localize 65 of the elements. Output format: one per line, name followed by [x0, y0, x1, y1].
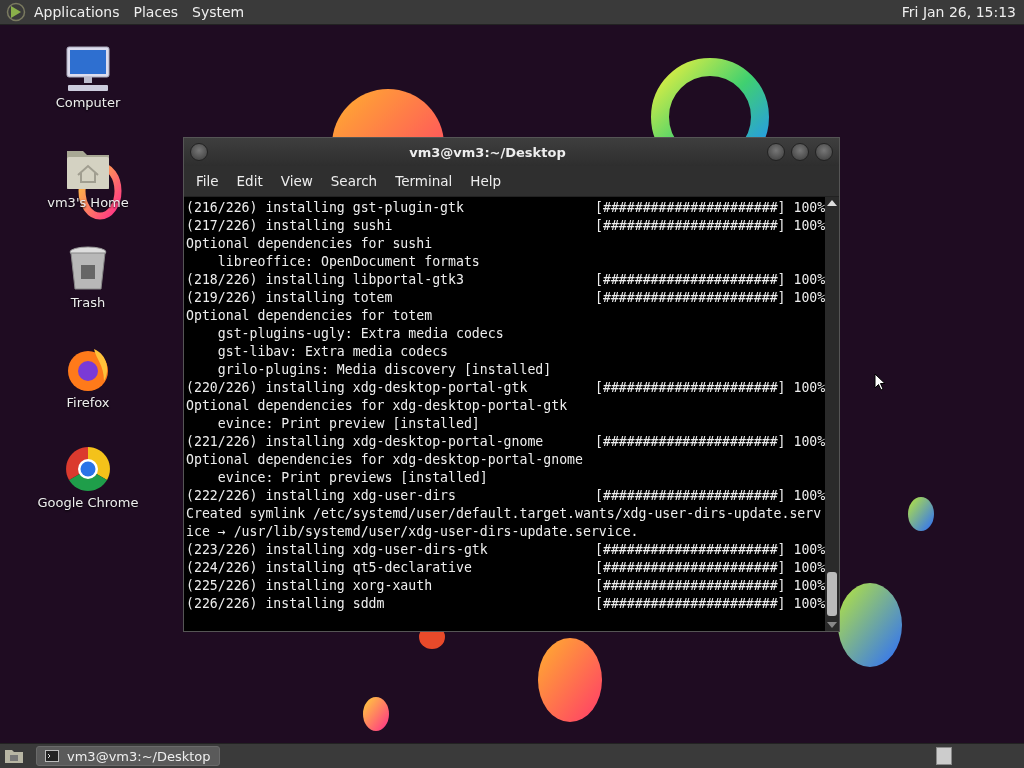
terminal-line: (218/226) installing libportal-gtk3: [186, 271, 465, 289]
terminal-line: Optional dependencies for totem: [186, 307, 434, 325]
progress-text: [######################] 100%: [595, 433, 826, 451]
terminal-line: (223/226) installing xdg-user-dirs-gtk: [186, 541, 489, 559]
taskbar-button[interactable]: vm3@vm3:~/Desktop: [36, 746, 220, 766]
terminal-line: (226/226) installing sddm: [186, 595, 386, 613]
maximize-button[interactable]: [791, 143, 809, 161]
window-title: vm3@vm3:~/Desktop: [408, 144, 567, 160]
chrome-icon[interactable]: [64, 445, 112, 493]
terminal-line: Optional dependencies for sushi: [186, 235, 434, 253]
progress-text: [######################] 100%: [595, 271, 826, 289]
desktop-icon-label[interactable]: Trash: [70, 295, 106, 310]
scrollbar[interactable]: [825, 197, 839, 631]
progress-text: [######################] 100%: [595, 595, 826, 613]
terminal-line: grilo-plugins: Media discovery [installed]: [216, 361, 553, 379]
terminal-line: (219/226) installing totem: [186, 289, 394, 307]
terminal-line: (225/226) installing xorg-xauth: [186, 577, 434, 595]
menu-item[interactable]: Edit: [228, 170, 271, 192]
scroll-up-icon[interactable]: [827, 200, 838, 206]
mouse-pointer-icon: [874, 373, 886, 391]
panel-menu[interactable]: Places: [133, 4, 179, 20]
workspace-switcher[interactable]: [936, 747, 952, 765]
desktop-icon-label[interactable]: Computer: [55, 95, 121, 110]
menu-item[interactable]: Terminal: [387, 170, 461, 192]
progress-text: [######################] 100%: [595, 559, 826, 577]
terminal-icon: [45, 750, 59, 762]
progress-text: [######################] 100%: [595, 379, 826, 397]
panel-menu[interactable]: Applications: [34, 4, 120, 20]
terminal-line: Optional dependencies for xdg-desktop-portal-gnome: [186, 451, 584, 469]
terminal-line: (217/226) installing sushi: [186, 217, 394, 235]
scroll-down-icon[interactable]: [827, 622, 838, 628]
progress-text: [######################] 100%: [595, 577, 826, 595]
progress-text: [######################] 100%: [595, 541, 826, 559]
progress-text: [######################] 100%: [595, 217, 826, 235]
menu-item[interactable]: Search: [322, 170, 386, 192]
clock[interactable]: Fri Jan 26, 15:13: [901, 4, 1016, 20]
menu-item[interactable]: File: [188, 170, 227, 192]
terminal-line: libreoffice: OpenDocument formats: [216, 253, 481, 271]
terminal-line: evince: Print previews [installed]: [216, 469, 489, 487]
progress-text: [######################] 100%: [595, 289, 826, 307]
progress-text: [######################] 100%: [595, 487, 826, 505]
close-button[interactable]: [815, 143, 833, 161]
terminal-line: ice → /usr/lib/systemd/user/xdg-user-dirs-update.service.: [186, 523, 639, 541]
progress-text: [######################] 100%: [595, 199, 826, 217]
terminal-line: gst-plugins-ugly: Extra media codecs: [216, 325, 505, 343]
terminal-line: (222/226) installing xdg-user-dirs: [186, 487, 457, 505]
computer-icon[interactable]: [64, 45, 112, 93]
panel-menu[interactable]: System: [192, 4, 245, 20]
menu-item[interactable]: Help: [462, 170, 510, 192]
terminal-line: gst-libav: Extra media codecs: [216, 343, 449, 361]
desktop-icon-label[interactable]: Google Chrome: [37, 495, 139, 510]
play-logo-icon[interactable]: [6, 2, 26, 22]
terminal-line: (224/226) installing qt5-declarative: [186, 559, 473, 577]
window-menu-button[interactable]: [190, 143, 208, 161]
terminal-line: evince: Print preview [installed]: [216, 415, 481, 433]
terminal-line: (221/226) installing xdg-desktop-portal-gnome: [186, 433, 545, 451]
minimize-button[interactable]: [767, 143, 785, 161]
terminal-line: (216/226) installing gst-plugin-gtk: [186, 199, 465, 217]
scrollbar-thumb[interactable]: [827, 572, 838, 616]
menu-item[interactable]: View: [272, 170, 321, 192]
terminal-line: (220/226) installing xdg-desktop-portal-gtk: [186, 379, 529, 397]
desktop-icon-label[interactable]: Firefox: [66, 395, 110, 410]
show-desktop-icon[interactable]: [4, 748, 24, 764]
terminal-line: Created symlink /etc/systemd/user/default.target.wants/xdg-user-dirs-update.serv: [186, 505, 822, 523]
terminal-line: Optional dependencies for xdg-desktop-portal-gtk: [186, 397, 569, 415]
